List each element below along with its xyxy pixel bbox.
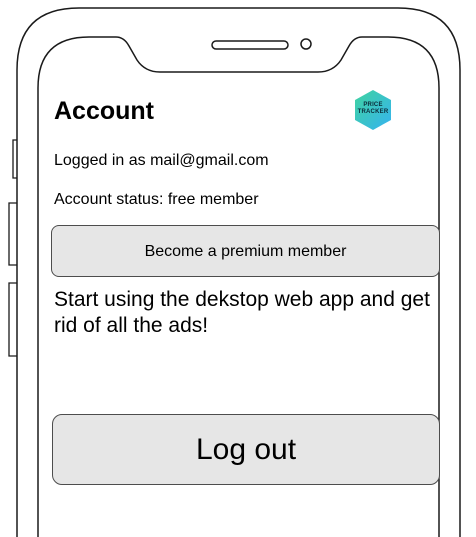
- logo-text-line2: TRACKER: [357, 109, 389, 115]
- promo-text: Start using the dekstop web app and get …: [54, 288, 430, 337]
- become-premium-button[interactable]: Become a premium member: [51, 225, 440, 277]
- logo-text-line1: PRICE: [363, 102, 383, 108]
- camera-dot: [300, 38, 312, 50]
- logo-text: PRICE TRACKER: [351, 102, 395, 116]
- page-title: Account: [54, 97, 154, 125]
- speaker-slot: [211, 40, 289, 50]
- logged-in-label: Logged in as mail@gmail.com: [54, 152, 269, 169]
- account-status-label: Account status: free member: [54, 191, 259, 208]
- log-out-button[interactable]: Log out: [52, 414, 440, 485]
- side-button-middle: [8, 202, 17, 266]
- side-button-bottom: [8, 282, 17, 357]
- price-tracker-logo: PRICE TRACKER: [351, 88, 395, 132]
